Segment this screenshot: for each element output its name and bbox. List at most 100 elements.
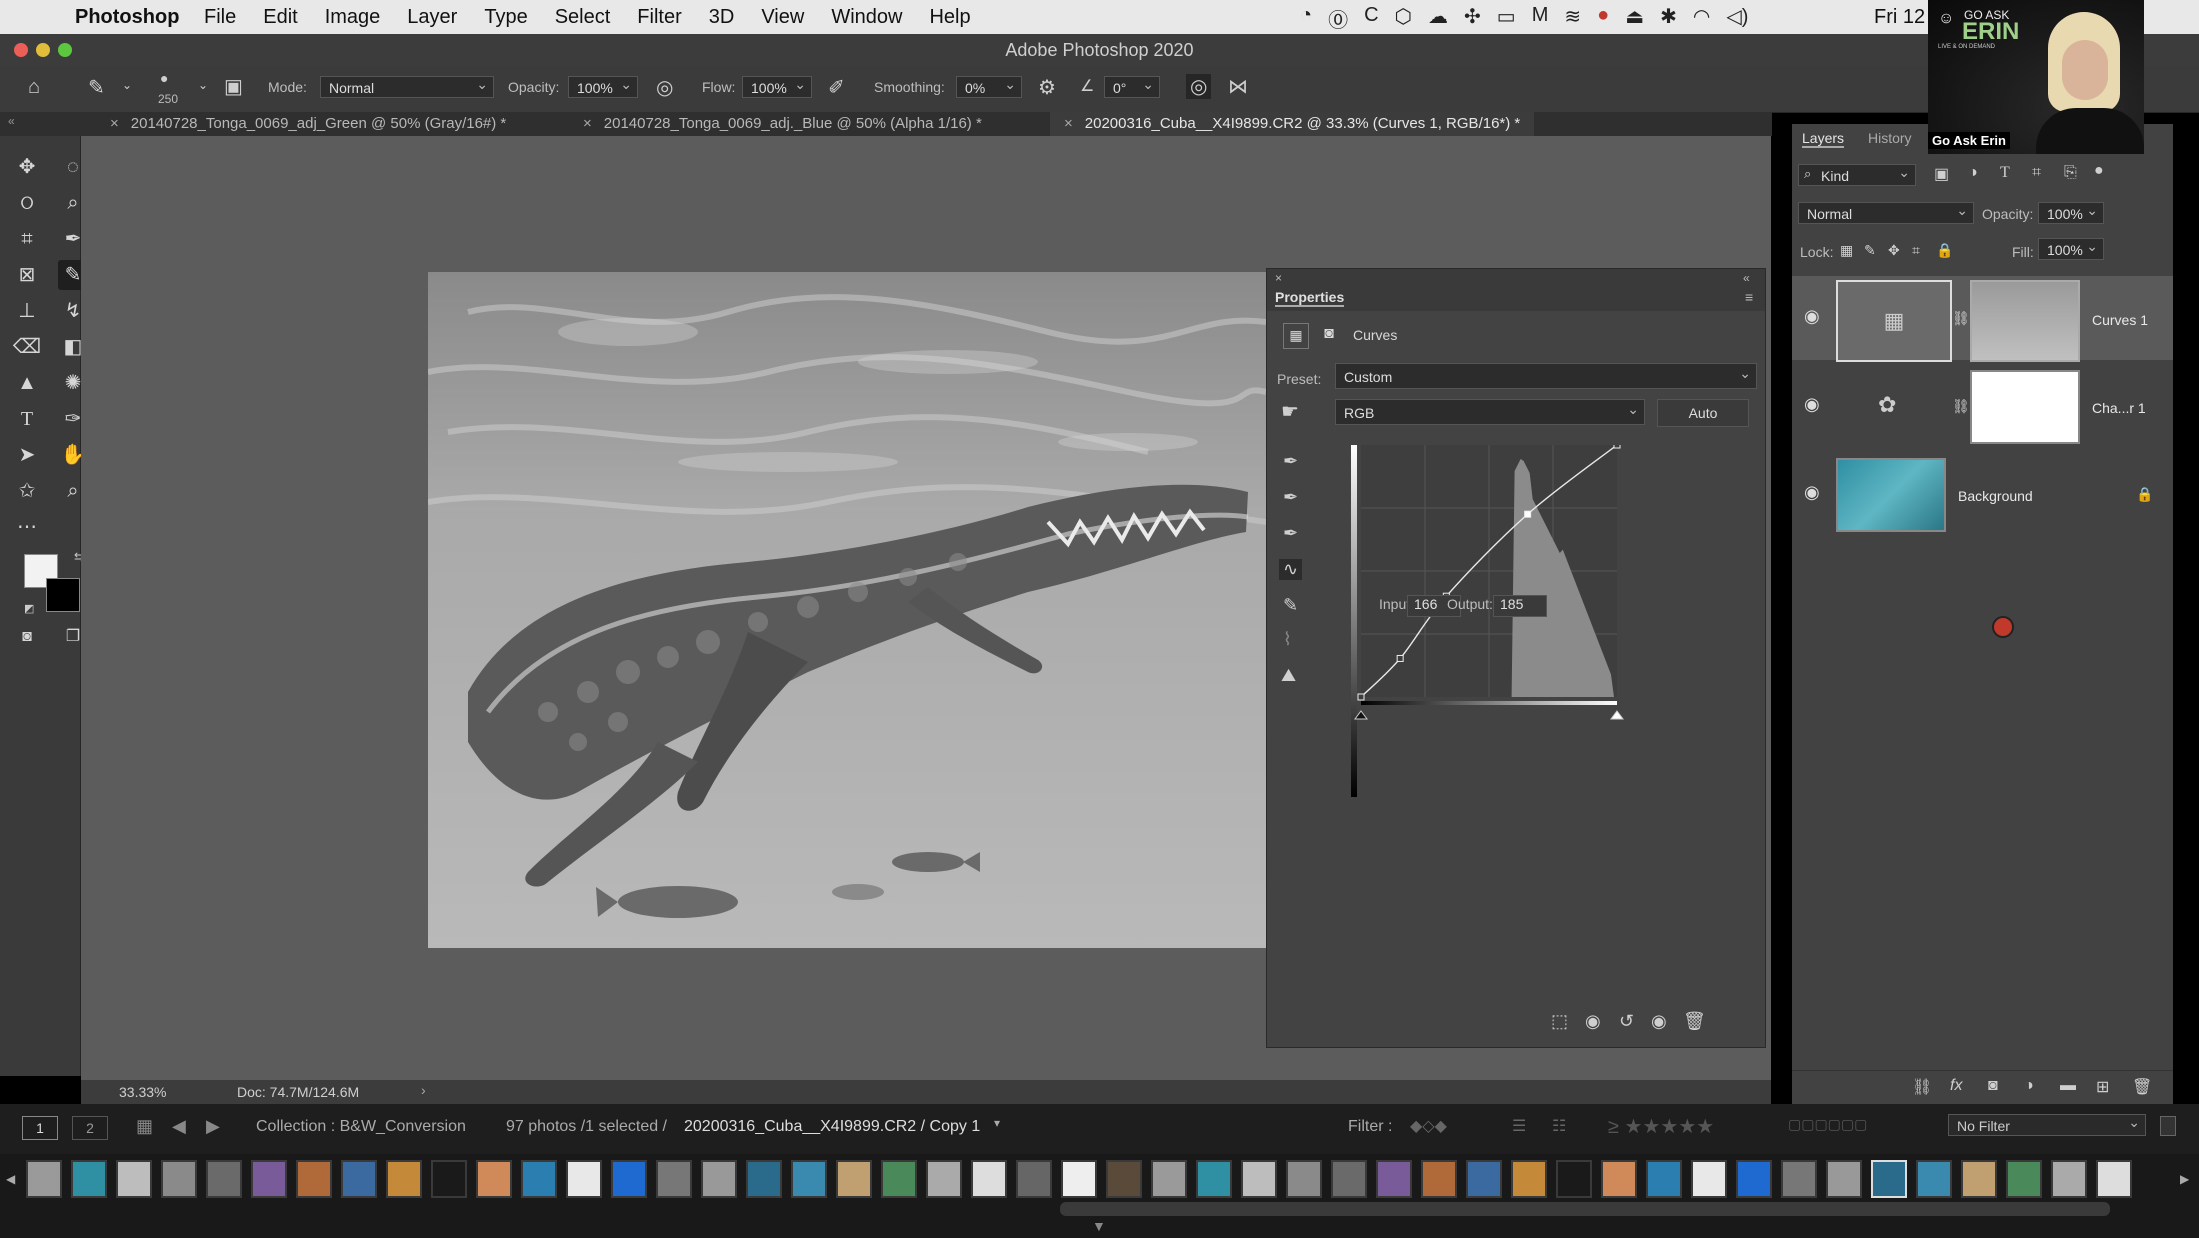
lock-artboard-icon[interactable]: ⌗ xyxy=(1912,242,1920,259)
layer-row-curves[interactable]: ◉ ▦ ⛓ Curves 1 xyxy=(1792,276,2173,362)
layer-opacity-field[interactable]: 100% xyxy=(2038,199,2104,224)
smart-object-filter-icon[interactable]: ⎘ xyxy=(2064,164,2077,182)
on-image-adjust-icon[interactable]: ☛ xyxy=(1281,399,1299,424)
bluetooth-icon[interactable]: ✱ xyxy=(1660,4,1677,33)
filmstrip-thumbnail[interactable] xyxy=(2051,1160,2087,1198)
clipping-warning-icon[interactable]: ⛰ xyxy=(1281,665,1296,686)
filename-dropdown-icon[interactable]: ▾ xyxy=(994,1116,1000,1130)
delete-layer-icon[interactable]: 🗑 xyxy=(2132,1077,2152,1097)
quick-mask-icon[interactable]: ◙ xyxy=(12,622,42,652)
lock-all-icon[interactable]: 🔒 xyxy=(1936,242,1953,259)
collection-label[interactable]: Collection : B&W_Conversion xyxy=(256,1118,466,1136)
gauge-icon[interactable]: ◔ xyxy=(1300,4,1312,33)
filmstrip-thumbnail[interactable] xyxy=(386,1160,422,1198)
filter-preset-select[interactable]: No Filter xyxy=(1948,1111,2146,1136)
curve-control-point[interactable] xyxy=(1524,510,1532,518)
panel-menu-icon[interactable]: ≡ xyxy=(1745,289,1753,305)
filmstrip-thumbnail[interactable] xyxy=(971,1160,1007,1198)
menu-layer[interactable]: Layer xyxy=(407,6,457,29)
draw-curve-icon[interactable]: ✎ xyxy=(1283,595,1298,616)
filmstrip-thumbnail[interactable] xyxy=(1871,1160,1907,1198)
curve-control-point[interactable] xyxy=(1396,654,1404,662)
white-mask-thumbnail[interactable] xyxy=(1970,370,2080,444)
background-color-swatch[interactable] xyxy=(46,578,80,612)
filmstrip-thumbnail[interactable] xyxy=(1286,1160,1322,1198)
filmstrip-thumbnail[interactable] xyxy=(1916,1160,1952,1198)
grid-icon[interactable]: ▦ xyxy=(136,1116,153,1137)
white-point-slider[interactable] xyxy=(1610,710,1624,720)
filmstrip-thumbnail[interactable] xyxy=(1421,1160,1457,1198)
virtual-copy-filter-icon[interactable]: ☰ xyxy=(1512,1116,1526,1136)
close-tab-icon[interactable]: × xyxy=(583,115,592,132)
link-icon[interactable]: ⛓ xyxy=(1952,310,1970,327)
filmstrip-thumbnail[interactable] xyxy=(476,1160,512,1198)
adjustment-filter-icon[interactable]: ◑ xyxy=(1968,164,1978,182)
record-icon[interactable]: ● xyxy=(1597,4,1609,33)
trash-icon[interactable]: 🗑 xyxy=(1683,1011,1706,1032)
brush-settings-icon[interactable]: ▣ xyxy=(224,74,243,99)
monitor-2-button[interactable]: 2 xyxy=(72,1116,108,1140)
filmstrip-thumbnail[interactable] xyxy=(746,1160,782,1198)
curve-control-point[interactable] xyxy=(1613,445,1621,449)
filmstrip-left-arrow-icon[interactable]: ◀ xyxy=(6,1172,15,1186)
menu-edit[interactable]: Edit xyxy=(263,6,297,29)
clock[interactable]: Fri 12 xyxy=(1874,6,1925,29)
filmstrip-thumbnail[interactable] xyxy=(1151,1160,1187,1198)
lock-position-icon[interactable]: ✥ xyxy=(1888,242,1900,259)
default-colors-icon[interactable]: ◩ xyxy=(24,602,34,615)
more-tools-icon[interactable]: ⋯ xyxy=(12,512,42,542)
filmstrip-thumbnail[interactable] xyxy=(881,1160,917,1198)
menu-type[interactable]: Type xyxy=(484,6,527,29)
monitor-1-button[interactable]: 1 xyxy=(22,1116,58,1140)
brush-dropdown-icon[interactable]: ⌄ xyxy=(122,78,132,92)
eye-icon[interactable]: ◉ xyxy=(1804,394,1820,415)
tab-tonga-green[interactable]: × 20140728_Tonga_0069_adj_Green @ 50% (Gr… xyxy=(110,112,506,136)
close-panel-icon[interactable]: × xyxy=(1275,271,1282,285)
close-tab-icon[interactable]: × xyxy=(110,115,119,132)
shape-filter-icon[interactable]: ⌗ xyxy=(2032,164,2041,182)
layer-row-background[interactable]: ◉ Background 🔒 xyxy=(1792,452,2173,536)
white-point-eyedropper-icon[interactable]: ✒ xyxy=(1283,523,1298,544)
filmstrip-thumbnail[interactable] xyxy=(1016,1160,1052,1198)
rating-filter-icon[interactable]: ≥ ★★★★★ xyxy=(1608,1114,1714,1139)
gear-icon[interactable]: ⚙ xyxy=(1038,75,1056,100)
dropbox-icon[interactable]: ⬡ xyxy=(1395,4,1412,33)
link-layers-icon[interactable]: ⛓ xyxy=(1912,1077,1932,1097)
home-icon[interactable]: ⌂ xyxy=(28,76,40,99)
filmstrip-thumbnail[interactable] xyxy=(1736,1160,1772,1198)
filmstrip-thumbnail[interactable] xyxy=(116,1160,152,1198)
wifi-icon[interactable]: ◠ xyxy=(1693,4,1710,33)
filmstrip-right-arrow-icon[interactable]: ▶ xyxy=(2180,1172,2189,1186)
pressure-opacity-icon[interactable]: ◎ xyxy=(656,75,673,100)
display-icon[interactable]: ▭ xyxy=(1497,4,1516,33)
eye-icon[interactable]: ◉ xyxy=(1804,306,1820,327)
move-tool-icon[interactable]: ✥ xyxy=(12,152,42,182)
eraser-tool-icon[interactable]: ⌫ xyxy=(12,332,42,362)
filmstrip-thumbnail[interactable] xyxy=(296,1160,332,1198)
shape-tool-icon[interactable]: ✩ xyxy=(12,476,42,506)
add-mask-icon[interactable]: ◙ xyxy=(1988,1077,1998,1095)
filter-lock-icon[interactable] xyxy=(2160,1116,2176,1136)
filmstrip-thumbnail[interactable] xyxy=(251,1160,287,1198)
tab-cuba[interactable]: × 20200316_Cuba__X4I9899.CR2 @ 33.3% (Cur… xyxy=(1050,112,1535,136)
filmstrip-thumbnail[interactable] xyxy=(1826,1160,1862,1198)
tab-history[interactable]: History xyxy=(1868,130,1912,146)
curves-layer-icon[interactable]: ▦ xyxy=(1836,280,1952,362)
eye-icon[interactable]: ◉ xyxy=(1804,482,1820,503)
layer-name[interactable]: Background xyxy=(1958,488,2033,504)
curves-graph[interactable] xyxy=(1351,445,1697,805)
filmstrip-thumbnail[interactable] xyxy=(1061,1160,1097,1198)
stream-icon[interactable]: ≋ xyxy=(1564,4,1581,33)
filmstrip-thumbnail[interactable] xyxy=(1961,1160,1997,1198)
creative-cloud-icon[interactable]: ☁ xyxy=(1428,4,1448,33)
curve-control-point[interactable] xyxy=(1357,693,1365,701)
preset-select[interactable]: Custom xyxy=(1335,360,1757,389)
brush-preset-icon[interactable]: ✎ xyxy=(88,75,105,100)
tab-tonga-blue[interactable]: × 20140728_Tonga_0069_adj._Blue @ 50% (Al… xyxy=(583,112,982,136)
layer-row-channel-mixer[interactable]: ◉ ✿ ⛓ Cha...r 1 xyxy=(1792,364,2173,448)
menu-file[interactable]: File xyxy=(204,6,236,29)
layer-name[interactable]: Cha...r 1 xyxy=(2092,400,2146,416)
filmstrip-thumbnail[interactable] xyxy=(1646,1160,1682,1198)
filter-toggle-icon[interactable]: ● xyxy=(2094,162,2104,180)
pinwheel-icon[interactable]: ✣ xyxy=(1464,4,1481,33)
